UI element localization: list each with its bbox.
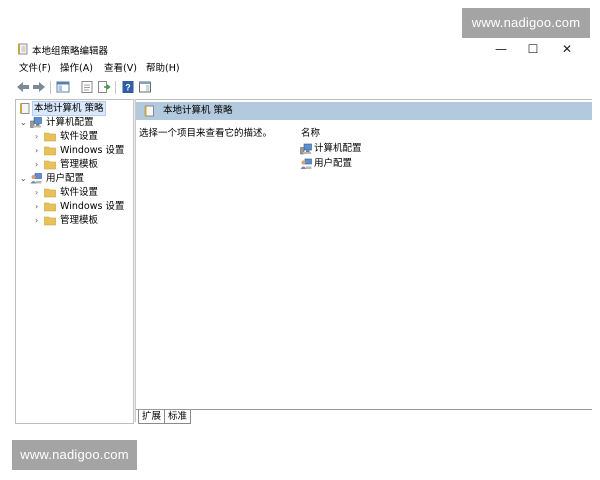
folder-icon: [44, 187, 56, 198]
tree-label: Windows 设置: [60, 201, 125, 212]
list-item-label: 计算机配置: [314, 143, 362, 154]
tree-label: Windows 设置: [60, 145, 125, 156]
chevron-right-icon[interactable]: ›: [35, 144, 43, 157]
export-list-icon[interactable]: [97, 80, 111, 94]
show-hide-tree-icon[interactable]: [56, 80, 70, 94]
user-config-icon: [300, 158, 312, 170]
detail-header: 本地计算机 策略: [136, 102, 592, 120]
policy-doc-icon: [19, 103, 31, 114]
user-config-icon: [30, 173, 42, 184]
toolbar-separator: [50, 81, 51, 94]
detail-pane: 本地计算机 策略 选择一个项目来查看它的描述。 名称 计算机配置 用户配置: [136, 99, 592, 412]
back-icon[interactable]: [16, 80, 30, 94]
chevron-right-icon[interactable]: ›: [35, 214, 43, 227]
help-icon[interactable]: ?: [121, 80, 135, 94]
maximize-button[interactable]: ☐: [518, 38, 548, 60]
detail-header-title: 本地计算机 策略: [163, 105, 233, 116]
chevron-down-icon[interactable]: ⌄: [20, 172, 28, 185]
tab-extended[interactable]: 扩展: [138, 410, 166, 424]
menu-action[interactable]: 操作(A): [60, 62, 93, 76]
watermark-bottom: www.nadigoo.com: [12, 440, 137, 470]
tree-label: 本地计算机 策略: [32, 101, 106, 116]
tree-label: 计算机配置: [46, 117, 94, 128]
window-title: 本地组策略编辑器: [32, 46, 109, 57]
description-text: 选择一个项目来查看它的描述。: [139, 128, 273, 139]
computer-config-icon: [30, 117, 42, 128]
view-tabs: 扩展 标准: [136, 409, 592, 424]
policy-app-icon: [18, 43, 28, 55]
tree-label: 管理模板: [60, 215, 99, 226]
forward-icon[interactable]: [32, 80, 46, 94]
menu-file[interactable]: 文件(F): [19, 62, 51, 76]
minimize-button[interactable]: —: [486, 38, 516, 60]
chevron-right-icon[interactable]: ›: [35, 158, 43, 171]
tab-standard[interactable]: 标准: [165, 410, 192, 424]
chevron-right-icon[interactable]: ›: [35, 130, 43, 143]
menu-help[interactable]: 帮助(H): [146, 62, 180, 76]
chevron-down-icon[interactable]: ⌄: [20, 116, 28, 129]
tree-label: 软件设置: [60, 187, 99, 198]
properties-icon[interactable]: [80, 80, 94, 94]
tree-label: 管理模板: [60, 159, 99, 170]
tree-label: 软件设置: [60, 131, 99, 142]
menu-view[interactable]: 查看(V): [104, 62, 137, 76]
chevron-right-icon[interactable]: ›: [35, 186, 43, 199]
folder-icon: [44, 159, 56, 170]
tree-pane: 本地计算机 策略 ⌄ 计算机配置 › 软件设置 › Windows 设置 › 管…: [15, 99, 134, 424]
svg-text:?: ?: [125, 83, 131, 93]
toolbar: ?: [12, 78, 592, 96]
tree-label: 用户配置: [46, 173, 85, 184]
folder-icon: [44, 145, 56, 156]
menu-bar: 文件(F) 操作(A) 查看(V) 帮助(H): [12, 62, 592, 76]
computer-config-icon: [300, 143, 312, 155]
folder-icon: [44, 201, 56, 212]
column-header-name[interactable]: 名称: [301, 125, 320, 139]
title-bar: 本地组策略编辑器 — ☐ ✕: [12, 38, 592, 60]
folder-icon: [44, 131, 56, 142]
gpedit-window: 本地组策略编辑器 — ☐ ✕ 文件(F) 操作(A) 查看(V) 帮助(H) ?: [12, 38, 592, 436]
list-item-label: 用户配置: [314, 158, 353, 169]
policy-doc-icon: [144, 105, 154, 117]
show-action-pane-icon[interactable]: [138, 80, 152, 94]
folder-icon: [44, 215, 56, 226]
watermark-top: www.nadigoo.com: [462, 8, 590, 40]
close-button[interactable]: ✕: [552, 38, 582, 60]
toolbar-separator: [115, 81, 116, 94]
chevron-right-icon[interactable]: ›: [35, 200, 43, 213]
